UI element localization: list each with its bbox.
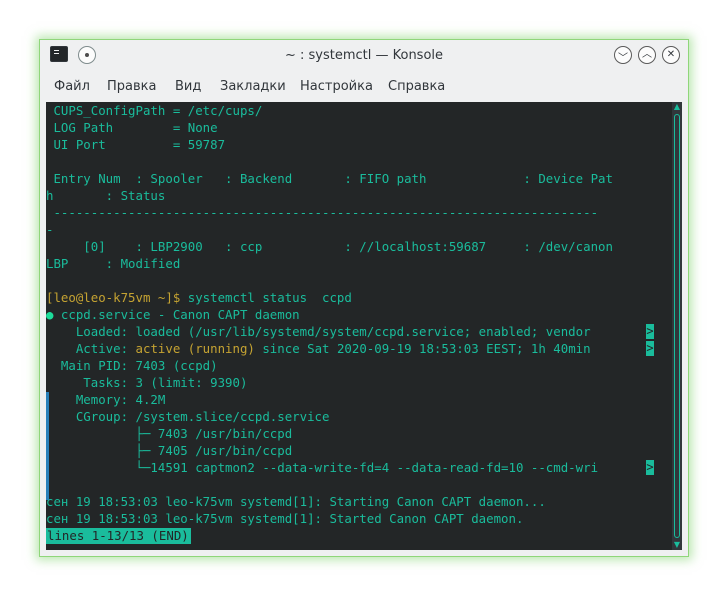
cgroup-process: ├─ 7403 /usr/bin/ccpd bbox=[46, 426, 293, 441]
konsole-window: ~ : systemctl — Konsole ︿ ︿ ✕ Файл Правк… bbox=[40, 40, 688, 556]
service-loaded-line: Loaded: loaded (/usr/lib/systemd/system/… bbox=[46, 324, 599, 339]
scroll-down-icon[interactable]: ▼ bbox=[672, 540, 682, 550]
service-cgroup: CGroup: /system.slice/ccpd.service bbox=[46, 409, 330, 424]
terminal-output[interactable]: CUPS_ConfigPath = /etc/cups/ LOG Path = … bbox=[46, 102, 672, 550]
journal-line: сен 19 18:53:03 leo-k75vm systemd[1]: St… bbox=[46, 511, 524, 526]
terminal-line: [0] : LBP2900 : ccp : //localhost:59687 … bbox=[46, 239, 613, 254]
terminal-line: Entry Num : Spooler : Backend : FIFO pat… bbox=[46, 171, 613, 186]
terminal-line: - bbox=[46, 222, 54, 237]
truncation-marker: > bbox=[646, 324, 654, 339]
terminal-line: ----------------------------------------… bbox=[46, 205, 599, 220]
pager-status: lines 1-13/13 (END) bbox=[46, 528, 191, 544]
terminal-line: UI Port = 59787 bbox=[46, 137, 226, 152]
terminal-scrollbar[interactable]: ▲ ▼ bbox=[672, 102, 682, 550]
active-label: Active: bbox=[46, 341, 136, 356]
close-button[interactable]: ✕ bbox=[662, 46, 680, 64]
service-header: ccpd.service - Canon CAPT daemon bbox=[53, 307, 300, 322]
prompt-command: systemctl status ccpd bbox=[180, 290, 352, 305]
menu-bookmarks[interactable]: Закладки bbox=[220, 79, 286, 94]
active-since: since Sat 2020-09-19 18:53:03 EEST; 1h 4… bbox=[254, 341, 599, 356]
chevron-up-icon: ︿ bbox=[642, 49, 652, 60]
truncation-marker: > bbox=[646, 341, 654, 356]
minimize-button[interactable]: ︿ bbox=[614, 46, 632, 64]
chevron-down-icon: ︿ bbox=[618, 50, 628, 61]
service-main-pid: Main PID: 7403 (ccpd) bbox=[46, 358, 218, 373]
truncation-marker: > bbox=[646, 460, 654, 475]
cgroup-process: ├─ 7405 /usr/bin/ccpd bbox=[46, 443, 293, 458]
prompt-user-host: [leo@leo-k75vm ~]$ bbox=[46, 290, 181, 305]
terminal-line: CUPS_ConfigPath = /etc/cups/ bbox=[46, 103, 263, 118]
service-active-line: Active: active (running) since Sat 2020-… bbox=[46, 340, 598, 357]
line-marker bbox=[46, 392, 49, 500]
menu-bar: Файл Правка Вид Закладки Настройка Справ… bbox=[40, 72, 688, 100]
terminal-line: LBP : Modified bbox=[46, 256, 181, 271]
active-state: active (running) bbox=[135, 341, 255, 356]
title-bar[interactable]: ~ : systemctl — Konsole ︿ ︿ ✕ bbox=[40, 40, 688, 72]
maximize-button[interactable]: ︿ bbox=[638, 46, 656, 64]
close-icon: ✕ bbox=[666, 49, 676, 60]
menu-view[interactable]: Вид bbox=[175, 79, 201, 94]
scrollbar-track[interactable] bbox=[674, 114, 680, 538]
menu-help[interactable]: Справка bbox=[388, 79, 445, 94]
service-tasks: Tasks: 3 (limit: 9390) bbox=[46, 375, 248, 390]
terminal-line: h : Status bbox=[46, 188, 166, 203]
prompt-line: [leo@leo-k75vm ~]$ systemctl status ccpd bbox=[46, 289, 352, 306]
service-header-line: ● ccpd.service - Canon CAPT daemon bbox=[46, 306, 300, 323]
journal-line: сен 19 18:53:03 leo-k75vm systemd[1]: St… bbox=[46, 494, 546, 509]
cgroup-process: └─14591 captmon2 --data-write-fd=4 --dat… bbox=[46, 460, 599, 475]
window-title: ~ : systemctl — Konsole bbox=[284, 48, 444, 63]
menu-edit[interactable]: Правка bbox=[107, 79, 156, 94]
service-memory: Memory: 4.2M bbox=[46, 392, 166, 407]
terminal-line: LOG Path = None bbox=[46, 120, 218, 135]
scroll-up-icon[interactable]: ▲ bbox=[672, 102, 682, 112]
menu-file[interactable]: Файл bbox=[54, 79, 90, 94]
menu-settings[interactable]: Настройка bbox=[300, 79, 373, 94]
